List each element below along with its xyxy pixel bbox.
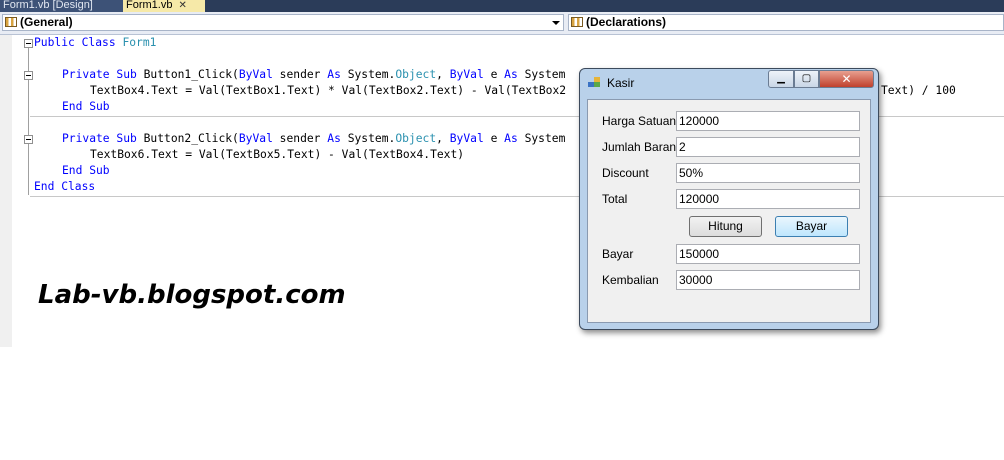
code-keyword: End Class — [34, 180, 96, 193]
jumlah-barang-label: Jumlah Barang — [602, 140, 683, 154]
tab-label: Form1.vb — [126, 0, 173, 11]
close-tab-icon[interactable]: ✕ — [178, 1, 186, 11]
code-type: Object — [395, 68, 437, 81]
minimize-button[interactable]: ▁ — [768, 70, 794, 88]
code-text: System. — [340, 68, 396, 81]
code-text: TextBox6.Text = Val(TextBox5.Text) - Val… — [90, 148, 465, 161]
code-text: System — [517, 132, 566, 145]
form-client-area: Harga Satuan 120000 Jumlah Barang 2 Disc… — [587, 99, 871, 323]
code-keyword: As — [504, 68, 518, 81]
total-input[interactable]: 120000 — [676, 189, 860, 209]
maximize-button[interactable]: ▢ — [794, 70, 819, 88]
harga-satuan-label: Harga Satuan — [602, 114, 677, 128]
total-label: Total — [602, 192, 628, 206]
code-keyword: ByVal — [449, 132, 484, 145]
jumlah-barang-input[interactable]: 2 — [676, 137, 860, 157]
editor-gutter — [0, 35, 12, 347]
code-keyword: Private Sub — [62, 132, 137, 145]
close-button[interactable]: ✕ — [819, 70, 874, 88]
code-text: Button1_Click( — [136, 68, 239, 81]
code-text: sender — [272, 68, 328, 81]
code-keyword: End Sub — [62, 100, 110, 113]
tab-label: Form1.vb [Design] — [3, 0, 93, 11]
member-icon — [571, 17, 583, 27]
chevron-down-icon[interactable] — [552, 21, 560, 25]
outline-line — [28, 43, 29, 195]
code-keyword: Public Class — [34, 36, 116, 49]
code-text: Text) / 100 — [881, 84, 956, 97]
class-icon — [5, 17, 17, 27]
harga-satuan-input[interactable]: 120000 — [676, 111, 860, 131]
watermark-text: Lab-vb.blogspot.com — [38, 280, 346, 310]
code-line-7: Private Sub Button2_Click(ByVal sender A… — [62, 131, 565, 147]
discount-label: Discount — [602, 166, 649, 180]
code-text: System. — [340, 132, 396, 145]
code-text: e — [483, 132, 505, 145]
code-text: , — [436, 68, 450, 81]
code-line-4: TextBox4.Text = Val(TextBox1.Text) * Val… — [90, 83, 566, 99]
code-keyword: As — [327, 68, 341, 81]
form-icon — [588, 77, 601, 88]
class-dropdown-value: (General) — [20, 15, 73, 29]
window-title: Kasir — [607, 76, 635, 90]
code-text: TextBox4.Text = Val(TextBox1.Text) * Val… — [90, 84, 567, 97]
code-line-5: End Sub — [62, 99, 110, 115]
collapse-sub2-icon[interactable] — [24, 135, 33, 144]
code-type: Object — [395, 132, 437, 145]
window-controls: ▁ ▢ ✕ — [768, 70, 874, 88]
code-line-1: Public Class Form1 — [34, 35, 156, 51]
collapse-class-icon[interactable] — [24, 39, 33, 48]
code-keyword: As — [327, 132, 341, 145]
code-line-9: End Sub — [62, 163, 110, 179]
bayar-button[interactable]: Bayar — [775, 216, 848, 237]
code-keyword: ByVal — [449, 68, 484, 81]
bayar-input[interactable]: 150000 — [676, 244, 860, 264]
code-line-10: End Class — [34, 179, 95, 195]
code-text: sender — [272, 132, 328, 145]
code-text: System — [517, 68, 566, 81]
kasir-window: Kasir ▁ ▢ ✕ Harga Satuan 120000 Jumlah B… — [579, 68, 879, 330]
kembalian-label: Kembalian — [602, 273, 659, 287]
code-keyword: End Sub — [62, 164, 110, 177]
discount-input[interactable]: 50% — [676, 163, 860, 183]
kembalian-input[interactable]: 30000 — [676, 270, 860, 290]
navigation-bar: (General) (Declarations) — [0, 12, 1004, 35]
code-identifier: Form1 — [122, 36, 157, 49]
tab-form1-design[interactable]: Form1.vb [Design] — [0, 0, 124, 12]
class-dropdown[interactable]: (General) — [2, 14, 564, 31]
code-text: Button2_Click( — [136, 132, 239, 145]
code-keyword: Private Sub — [62, 68, 137, 81]
code-keyword: ByVal — [238, 68, 273, 81]
hitung-button[interactable]: Hitung — [689, 216, 762, 237]
code-line-8: TextBox6.Text = Val(TextBox5.Text) - Val… — [90, 147, 464, 163]
member-dropdown[interactable]: (Declarations) — [568, 14, 1004, 31]
document-tab-strip: Form1.vb [Design] Form1.vb ✕ — [0, 0, 1004, 12]
code-text: , — [436, 132, 450, 145]
code-keyword: ByVal — [238, 132, 273, 145]
code-keyword: As — [504, 132, 518, 145]
tab-form1-code[interactable]: Form1.vb ✕ — [123, 0, 205, 12]
code-text: e — [483, 68, 505, 81]
member-dropdown-value: (Declarations) — [586, 15, 667, 29]
bayar-label: Bayar — [602, 247, 634, 261]
code-line-3: Private Sub Button1_Click(ByVal sender A… — [62, 67, 565, 83]
code-line-4-tail: Text) / 100 — [881, 83, 956, 99]
collapse-sub1-icon[interactable] — [24, 71, 33, 80]
